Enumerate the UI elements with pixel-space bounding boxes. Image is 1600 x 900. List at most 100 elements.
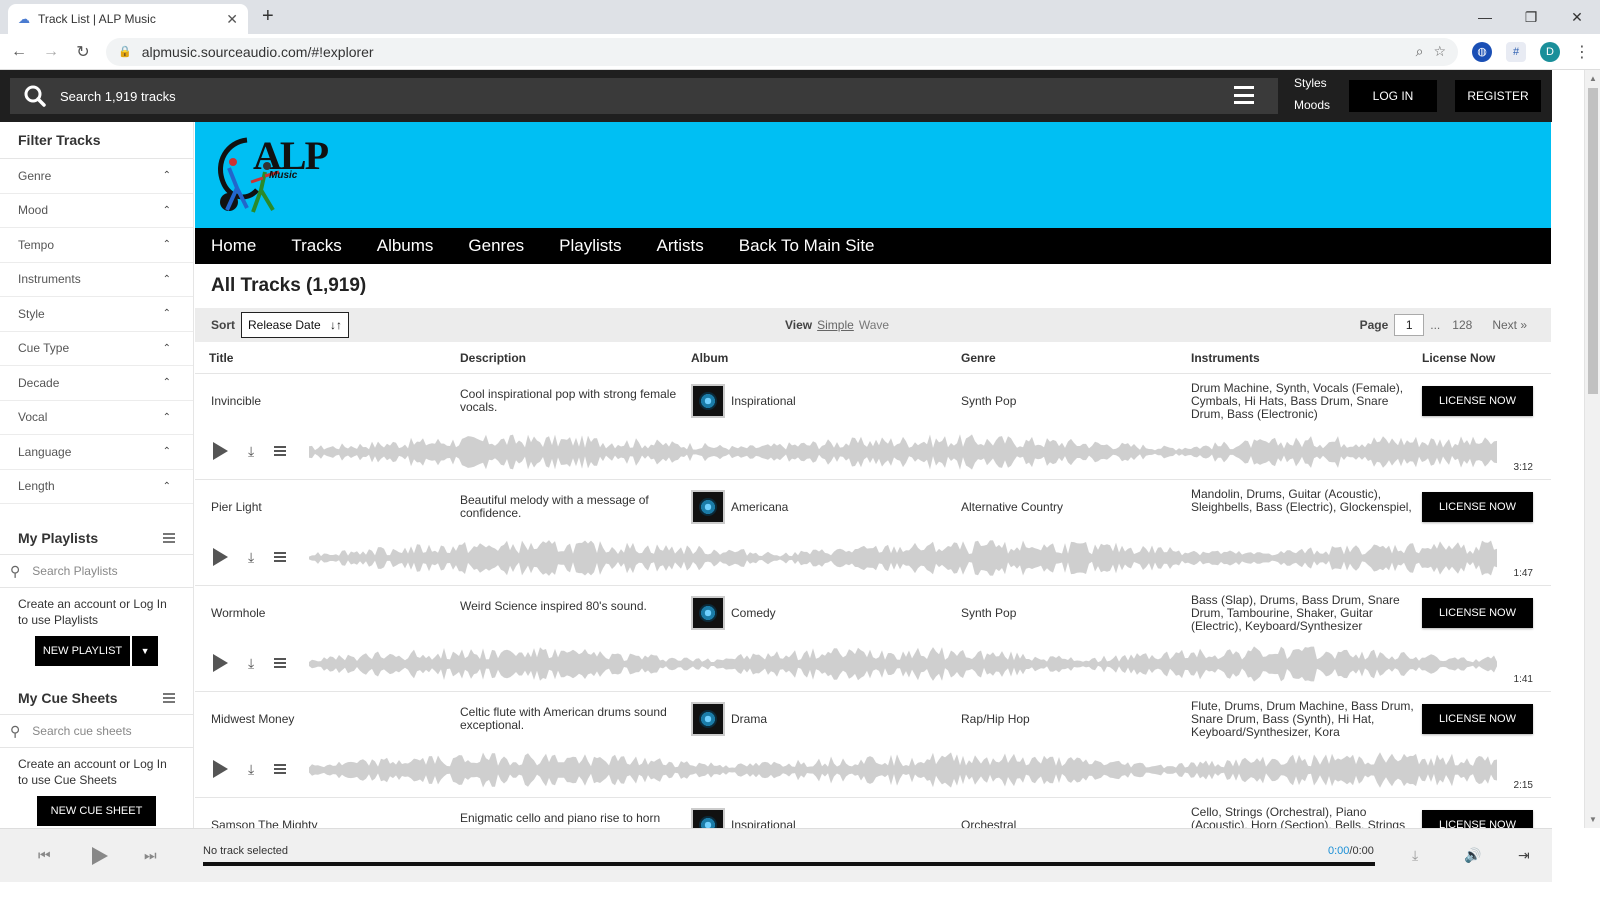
track-album[interactable]: Comedy xyxy=(691,596,776,630)
bookmark-star-icon[interactable]: ☆ xyxy=(1433,43,1446,60)
next-track-icon[interactable]: ⏭ xyxy=(144,847,157,864)
minimize-button[interactable]: — xyxy=(1462,0,1508,34)
filter-mood[interactable]: Mood ⌃ xyxy=(0,194,193,228)
table-row[interactable]: Invincible Cool inspirational pop with st… xyxy=(195,374,1551,480)
track-menu-icon[interactable] xyxy=(274,446,287,456)
close-window-button[interactable]: ✕ xyxy=(1554,0,1600,34)
page-last-link[interactable]: 128 xyxy=(1452,318,1472,332)
chevron-up-icon[interactable]: ⌃ xyxy=(163,481,171,492)
styles-link[interactable]: Styles xyxy=(1294,76,1330,90)
scrollbar-thumb[interactable] xyxy=(1588,88,1598,394)
new-playlist-button[interactable]: NEW PLAYLIST xyxy=(34,636,131,666)
track-title[interactable]: Pier Light xyxy=(211,500,262,514)
url-field[interactable]: 🔒 alpmusic.sourceaudio.com/#!explorer ⌕ … xyxy=(106,37,1458,66)
reload-icon[interactable]: ↻ xyxy=(74,42,92,62)
new-tab-button[interactable]: + xyxy=(262,5,274,28)
table-row[interactable]: Pier Light Beautiful melody with a messag… xyxy=(195,480,1551,586)
album-name[interactable]: Drama xyxy=(731,712,767,726)
download-icon[interactable]: ⤓ xyxy=(248,655,254,672)
download-icon[interactable]: ⤓ xyxy=(248,549,254,566)
waveform[interactable] xyxy=(309,644,1529,688)
chevron-up-icon[interactable]: ⌃ xyxy=(163,239,171,250)
col-album[interactable]: Album xyxy=(691,351,728,365)
track-album[interactable]: Americana xyxy=(691,490,788,524)
nav-back-to-main-site[interactable]: Back To Main Site xyxy=(739,236,875,256)
cuesheets-menu-icon[interactable] xyxy=(163,693,175,703)
license-now-button[interactable]: LICENSE NOW xyxy=(1422,492,1533,522)
table-row[interactable]: Samson The Mighty Enigmatic cello and pia… xyxy=(195,798,1551,828)
sort-direction-icon[interactable]: ↓↑ xyxy=(330,318,342,332)
track-title[interactable]: Wormhole xyxy=(211,606,265,620)
cuesheet-search-input[interactable]: ⚲ Search cue sheets xyxy=(0,714,193,748)
license-now-button[interactable]: LICENSE NOW xyxy=(1422,810,1533,828)
album-name[interactable]: Inspirational xyxy=(731,394,796,408)
extension-icon[interactable]: ◍ xyxy=(1472,41,1492,62)
license-now-button[interactable]: LICENSE NOW xyxy=(1422,386,1533,416)
track-menu-icon[interactable] xyxy=(274,658,287,668)
close-tab-icon[interactable]: ✕ xyxy=(226,11,238,28)
nav-tracks[interactable]: Tracks xyxy=(291,236,341,256)
page-next-link[interactable]: Next » xyxy=(1492,318,1527,332)
track-menu-icon[interactable] xyxy=(274,552,287,562)
filter-decade[interactable]: Decade ⌃ xyxy=(0,366,193,401)
sort-select[interactable]: Release Date ↓↑ xyxy=(241,312,349,338)
download-icon[interactable]: ⤓ xyxy=(1412,847,1418,864)
hamburger-menu-icon[interactable] xyxy=(1234,86,1254,104)
col-title[interactable]: Title xyxy=(209,351,233,365)
download-icon[interactable]: ⤓ xyxy=(248,761,254,778)
login-button[interactable]: LOG IN xyxy=(1349,80,1437,112)
filter-cue-type[interactable]: Cue Type ⌃ xyxy=(0,332,193,366)
browser-menu-icon[interactable]: ⋮ xyxy=(1574,42,1590,62)
album-art[interactable] xyxy=(691,808,725,828)
play-icon[interactable] xyxy=(213,760,228,778)
album-name[interactable]: Americana xyxy=(731,500,788,514)
nav-genres[interactable]: Genres xyxy=(468,236,524,256)
forward-icon[interactable]: → xyxy=(42,43,60,61)
playlists-menu-icon[interactable] xyxy=(163,533,175,543)
chevron-up-icon[interactable]: ⌃ xyxy=(163,205,171,216)
play-icon[interactable] xyxy=(213,548,228,566)
album-art[interactable] xyxy=(691,490,725,524)
previous-track-icon[interactable]: ⏮ xyxy=(38,847,51,864)
browser-tab[interactable]: ☁ Track List | ALP Music ✕ xyxy=(8,4,248,34)
chevron-up-icon[interactable]: ⌃ xyxy=(163,377,171,388)
chevron-up-icon[interactable]: ⌃ xyxy=(163,308,171,319)
caret-down-icon[interactable]: ▼ xyxy=(132,636,159,666)
track-album[interactable]: Drama xyxy=(691,702,767,736)
play-icon[interactable] xyxy=(213,442,228,460)
filter-style[interactable]: Style ⌃ xyxy=(0,297,193,332)
view-simple-link[interactable]: Simple xyxy=(817,318,854,332)
license-now-button[interactable]: LICENSE NOW xyxy=(1422,704,1533,734)
page-input[interactable]: 1 xyxy=(1394,314,1425,336)
register-button[interactable]: REGISTER xyxy=(1455,80,1541,112)
scroll-down-icon[interactable]: ▼ xyxy=(1585,815,1600,824)
nav-playlists[interactable]: Playlists xyxy=(559,236,621,256)
filter-instruments[interactable]: Instruments ⌃ xyxy=(0,263,193,297)
view-wave-link[interactable]: Wave xyxy=(859,318,889,332)
track-search-box[interactable]: Search 1,919 tracks xyxy=(10,78,1278,114)
scroll-up-icon[interactable]: ▲ xyxy=(1585,74,1600,83)
table-row[interactable]: Wormhole Weird Science inspired 80's soun… xyxy=(195,586,1551,692)
grid-extension-icon[interactable]: # xyxy=(1506,41,1526,62)
album-name[interactable]: Inspirational xyxy=(731,818,796,828)
back-icon[interactable]: ← xyxy=(10,43,28,61)
license-now-button[interactable]: LICENSE NOW xyxy=(1422,598,1533,628)
chevron-up-icon[interactable]: ⌃ xyxy=(163,446,171,457)
waveform[interactable] xyxy=(309,750,1529,794)
moods-link[interactable]: Moods xyxy=(1294,98,1330,112)
track-album[interactable]: Inspirational xyxy=(691,808,796,828)
player-play-icon[interactable] xyxy=(92,847,108,865)
chevron-up-icon[interactable]: ⌃ xyxy=(163,274,171,285)
nav-home[interactable]: Home xyxy=(211,236,256,256)
nav-artists[interactable]: Artists xyxy=(657,236,704,256)
page-scrollbar[interactable]: ▲ ▼ xyxy=(1584,70,1600,828)
search-icon[interactable] xyxy=(10,85,60,107)
track-menu-icon[interactable] xyxy=(274,764,287,774)
zoom-icon[interactable]: ⌕ xyxy=(1416,43,1424,60)
new-cue-sheet-button[interactable]: NEW CUE SHEET xyxy=(36,796,157,826)
play-icon[interactable] xyxy=(213,654,228,672)
filter-language[interactable]: Language ⌃ xyxy=(0,435,193,470)
nav-albums[interactable]: Albums xyxy=(377,236,434,256)
track-album[interactable]: Inspirational xyxy=(691,384,796,418)
album-art[interactable] xyxy=(691,384,725,418)
